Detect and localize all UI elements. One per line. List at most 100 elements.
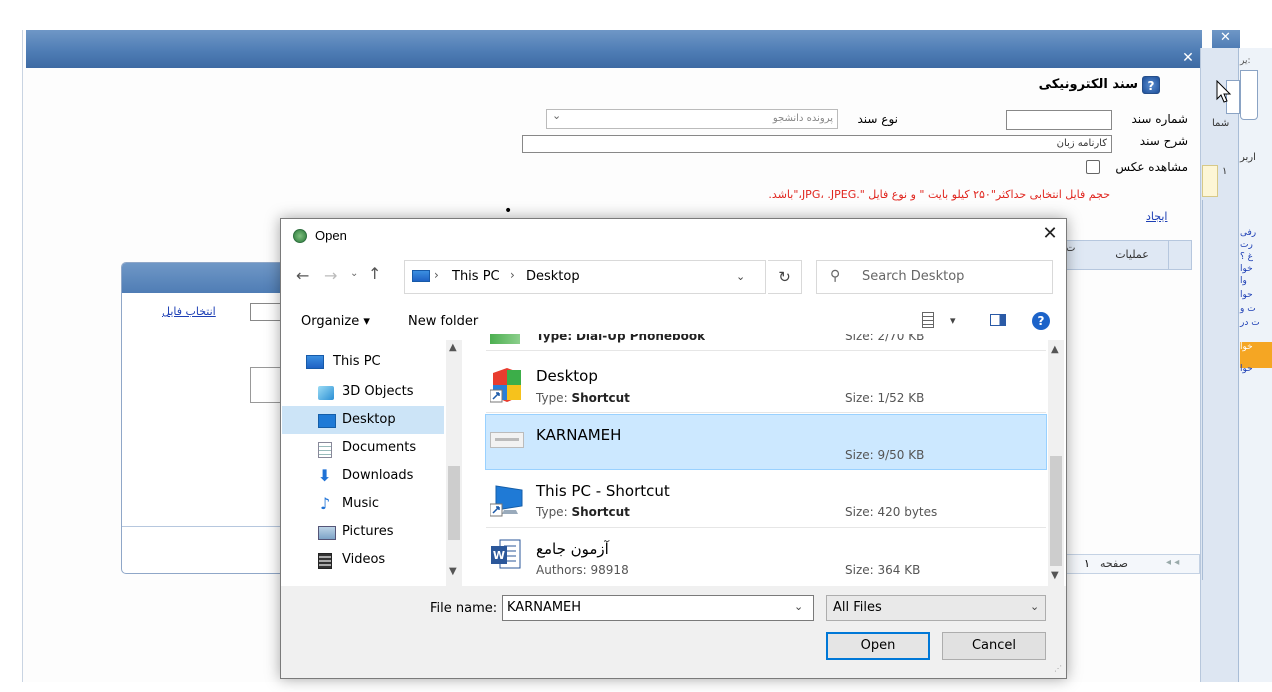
chevron-down-icon[interactable]: ▾ <box>950 314 956 327</box>
new-folder-button[interactable]: New folder <box>408 314 478 329</box>
far-right-label: یر: <box>1240 56 1251 66</box>
mouse-cursor-icon <box>1216 79 1232 107</box>
refresh-icon[interactable]: ↻ <box>768 260 802 294</box>
file-name-input[interactable]: KARNAMEH <box>502 595 814 621</box>
pager-nav-icon[interactable]: ◂ ◂ <box>1166 557 1179 568</box>
word-doc-icon: W <box>490 538 522 572</box>
row-divider <box>486 412 1046 413</box>
dialog-app-icon <box>293 229 307 243</box>
sidebar-item-desktop[interactable]: Desktop <box>342 412 396 427</box>
pager-page-number: ۱ <box>1084 557 1090 570</box>
view-options-icon[interactable] <box>922 312 934 328</box>
help-icon[interactable]: ? <box>1032 312 1050 330</box>
preview-pane-icon[interactable] <box>990 314 1006 326</box>
svg-text:W: W <box>493 549 505 562</box>
side-row-highlight[interactable] <box>1202 165 1218 197</box>
breadcrumb-separator-icon[interactable]: › <box>434 268 439 282</box>
side-label: شما <box>1212 118 1230 129</box>
side-link[interactable]: وا <box>1240 276 1247 286</box>
sidebar-item-music[interactable]: Music <box>342 496 379 511</box>
grid-column-operations: عملیات <box>1115 248 1149 261</box>
up-arrow-icon[interactable]: ↑ <box>368 264 381 283</box>
doc-number-input[interactable] <box>1006 110 1112 130</box>
dot-mark: • <box>504 203 513 219</box>
file-row-size: Size: 1/52 KB <box>845 391 925 405</box>
side-link[interactable]: حوا <box>1240 364 1253 374</box>
breadcrumb-separator-icon[interactable]: › <box>510 268 515 282</box>
chevron-down-icon[interactable]: ⌄ <box>1030 600 1039 613</box>
recent-locations-chevron-icon[interactable]: ⌄ <box>350 268 358 279</box>
sidebar-item-videos[interactable]: Videos <box>342 552 385 567</box>
side-row-number: ۱ <box>1222 166 1228 177</box>
file-row-size: Size: 364 KB <box>845 563 921 577</box>
cancel-button[interactable]: Cancel <box>942 632 1046 660</box>
scroll-up-icon[interactable]: ▲ <box>1051 344 1059 355</box>
sidebar-item-this-pc[interactable]: This PC <box>333 354 381 369</box>
nav-scrollbar[interactable] <box>446 340 462 586</box>
doc-type-select[interactable]: پرونده دانشجو <box>546 109 838 129</box>
side-link[interactable]: غ ؟ <box>1240 252 1253 262</box>
create-link[interactable]: ایجاد <box>1146 210 1167 223</box>
side-link[interactable]: ت در <box>1240 318 1260 328</box>
chevron-down-icon[interactable]: ⌄ <box>794 600 803 613</box>
sidebar-item-pictures[interactable]: Pictures <box>342 524 393 539</box>
file-row-type: Type: Shortcut <box>536 505 630 519</box>
side-link[interactable]: حوا <box>1240 290 1253 300</box>
file-row-name[interactable]: Desktop <box>536 367 598 385</box>
side-link[interactable]: رفی <box>1240 228 1256 238</box>
sidebar-item-3d-objects[interactable]: 3D Objects <box>342 384 414 399</box>
side-link[interactable]: رت <box>1240 240 1253 250</box>
file-list-scroll-thumb[interactable] <box>1050 456 1062 566</box>
choose-file-input[interactable] <box>250 303 284 321</box>
far-right-tab[interactable] <box>1240 70 1258 120</box>
file-row-name[interactable]: This PC - Shortcut <box>536 482 670 500</box>
address-dropdown-icon[interactable]: ⌄ <box>736 270 745 283</box>
view-photo-label: مشاهده عکس <box>1115 160 1188 174</box>
app-close-icon[interactable]: ✕ <box>1180 50 1196 66</box>
file-type-filter[interactable]: All Files <box>826 595 1046 621</box>
view-photo-checkbox[interactable] <box>1086 160 1100 174</box>
file-row-name[interactable]: KARNAMEH <box>536 426 621 444</box>
scroll-up-icon[interactable]: ▲ <box>449 342 457 353</box>
breadcrumb-this-pc[interactable]: This PC <box>452 269 500 284</box>
scroll-down-icon[interactable]: ▼ <box>1051 570 1059 581</box>
music-note-icon: ♪ <box>320 494 331 513</box>
document-icon <box>318 442 332 458</box>
file-row-name[interactable]: آزمون جامع <box>536 540 609 558</box>
download-arrow-icon: ⬇ <box>318 466 332 485</box>
desktop-icon <box>318 414 336 428</box>
side-link[interactable]: ت و <box>1240 304 1256 314</box>
search-placeholder: Search Desktop <box>862 269 965 284</box>
close-icon[interactable]: ✕ <box>1040 223 1060 245</box>
open-button[interactable]: Open <box>826 632 930 660</box>
side-inner-panel <box>1202 200 1234 580</box>
sidebar-item-documents[interactable]: Documents <box>342 440 416 455</box>
row-divider <box>486 350 1046 351</box>
organize-menu-button[interactable]: Organize ▾ <box>301 314 370 329</box>
forward-arrow-icon[interactable]: → <box>324 266 337 285</box>
sidebar-item-downloads[interactable]: Downloads <box>342 468 413 483</box>
chevron-down-icon[interactable]: ⌄ <box>552 109 561 122</box>
breadcrumb-desktop[interactable]: Desktop <box>526 269 580 284</box>
scroll-down-icon[interactable]: ▼ <box>449 566 457 577</box>
panel-divider <box>122 526 284 527</box>
file-row-author: Authors: 98918 <box>536 563 629 577</box>
nav-scroll-thumb[interactable] <box>448 466 460 540</box>
doc-desc-input[interactable]: کارنامه زبان <box>522 135 1112 153</box>
monitor-icon <box>306 355 324 369</box>
right-close-icon[interactable]: ✕ <box>1220 30 1231 45</box>
file-row-type: Type: Shortcut <box>536 391 630 405</box>
image-preview <box>250 367 284 403</box>
far-right-label-user: اربر <box>1240 152 1256 163</box>
grid-column-truncated: ت <box>1066 243 1076 254</box>
help-icon[interactable]: ? <box>1142 76 1160 94</box>
back-arrow-icon[interactable]: ← <box>296 266 309 285</box>
side-link[interactable]: خوا <box>1240 264 1253 274</box>
file-row-type: Type: Dial-Up Phonebook <box>536 334 706 343</box>
film-icon <box>318 553 332 569</box>
dialog-title: Open <box>315 228 347 243</box>
search-icon: ⚲ <box>830 268 841 284</box>
resize-grip-icon[interactable]: ⋰ <box>1054 664 1062 673</box>
choose-file-link[interactable]: انتخاب فایل <box>162 305 216 318</box>
pager-page-label: صفحه <box>1100 557 1128 570</box>
